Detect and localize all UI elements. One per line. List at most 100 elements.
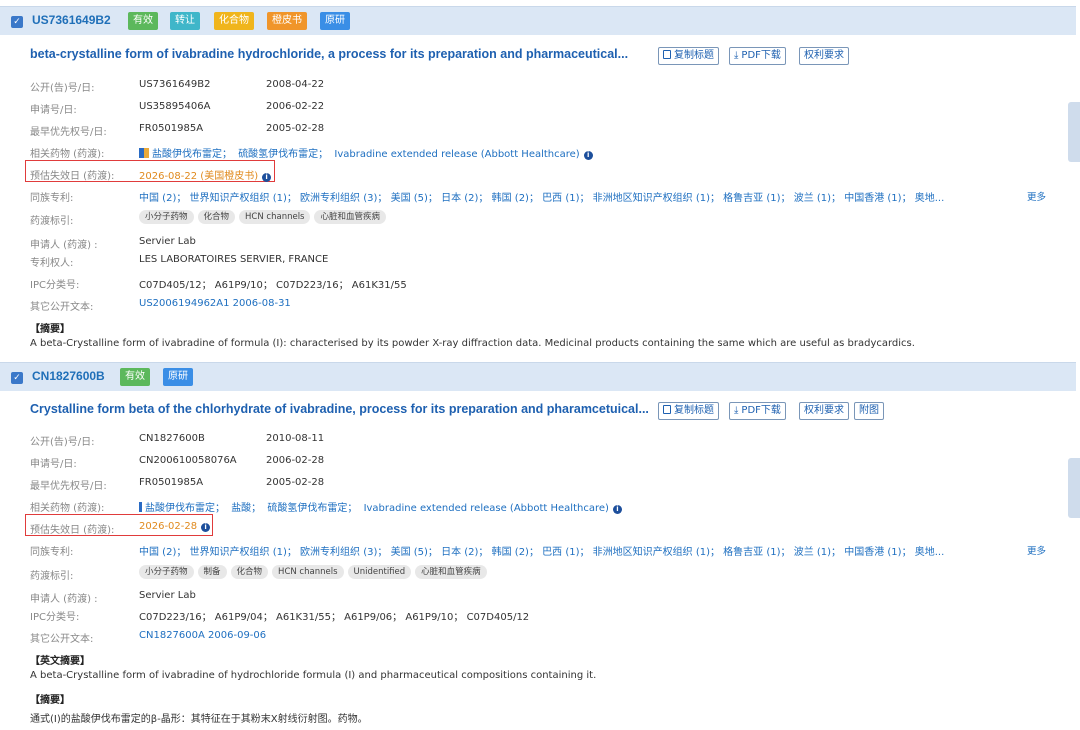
more-link[interactable]: 更多 [1027,543,1046,557]
tag-list: 小分子药物 化合物 HCN channels 心脏和血管疾病 [139,210,390,224]
expiry-date: 2026-08-22 (美国橙皮书) i [139,167,272,182]
side-tab[interactable] [1068,458,1080,518]
tag[interactable]: 心脏和血管疾病 [415,565,487,579]
en-abstract-heading: 【英文摘要】 [30,656,90,667]
owner: LES LABORATOIRES SERVIER, FRANCE [139,254,329,265]
drugs-label: 相关药物 (药渡): [30,503,105,514]
tag[interactable]: 小分子药物 [139,210,194,224]
abstract-heading: 【摘要】 [30,695,70,706]
app-date: 2006-02-22 [266,101,325,112]
info-icon[interactable]: i [201,523,211,532]
related-drugs: 盐酸伊伐布雷定； 硫酸氢伊伐布雷定； Ivabradine extended r… [139,145,593,160]
priority-label: 最早优先权号/日: [30,127,107,138]
pub-label: 公开(告)号/日: [30,437,95,448]
drug-marker-icon [139,502,142,512]
expiry-label: 预估失效日 (药渡): [30,525,115,536]
applicant: Servier Lab [139,590,196,601]
download-icon: ⤓ [734,50,739,61]
copy-icon [663,405,671,414]
ipc-codes: C07D223/16； A61P9/04； A61K31/55； A61P9/0… [139,612,530,623]
copy-icon [663,50,671,59]
pub-number: CN1827600B [139,433,205,444]
app-label: 申请号/日: [30,459,77,470]
patent-number[interactable]: CN1827600B [32,368,105,385]
family-patents[interactable]: 中国 (2)； 世界知识产权组织 (1)； 欧洲专利组织 (3)； 美国 (5)… [139,189,999,204]
select-checkbox[interactable]: ✓ [11,16,23,28]
patent-card-1: ✓ US7361649B2 有效 转让 化合物 橙皮书 原研 beta-crys… [0,0,1080,356]
priority-date: 2005-02-28 [266,477,325,488]
patent-number[interactable]: US7361649B2 [32,12,111,29]
family-label: 同族专利: [30,547,74,558]
drug-link[interactable]: 硫酸氢伊伐布雷定； [267,503,357,514]
drug-link[interactable]: 盐酸伊伐布雷定； [145,503,225,514]
patent-card-2: ✓ CN1827600B 有效 原研 Crystalline form beta… [0,356,1080,730]
ipc-codes: C07D405/12； A61P9/10； C07D223/16； A61K31… [139,280,407,291]
copy-title-button[interactable]: 复制标题 [658,47,719,65]
other-pub-label: 其它公开文本: [30,634,94,645]
copy-title-button[interactable]: 复制标题 [658,402,719,420]
applicant-label: 申请人 (药渡) : [30,240,98,251]
pub-number: US7361649B2 [139,79,211,90]
more-link[interactable]: 更多 [1027,189,1046,203]
patent-header: ✓ US7361649B2 有效 转让 化合物 橙皮书 原研 [0,6,1076,35]
family-label: 同族专利: [30,193,74,204]
transfer-badge: 转让 [170,12,200,30]
tag[interactable]: 小分子药物 [139,565,194,579]
ipc-label: IPC分类号: [30,280,80,291]
drugs-label: 相关药物 (药渡): [30,149,105,160]
family-patents[interactable]: 中国 (2)； 世界知识产权组织 (1)； 欧洲专利组织 (3)； 美国 (5)… [139,543,999,558]
patent-header: ✓ CN1827600B 有效 原研 [0,362,1076,391]
status-badge: 有效 [128,12,158,30]
tag-list: 小分子药物 制备 化合物 HCN channels Unidentified 心脏和血管疾… [139,565,491,579]
drug-link[interactable]: Ivabradine extended release (Abbott Heal… [364,503,609,514]
pub-label: 公开(告)号/日: [30,83,95,94]
priority-number: FR0501985A [139,477,204,488]
info-icon[interactable]: i [612,505,622,514]
tag[interactable]: 化合物 [197,210,236,224]
pdf-download-button[interactable]: ⤓ PDF下载 [729,47,786,65]
applicant-label: 申请人 (药渡) : [30,594,98,605]
claims-button[interactable]: 权利要求 [799,402,849,420]
originator-badge: 原研 [163,368,193,386]
tag[interactable]: 化合物 [230,565,269,579]
pdf-download-button[interactable]: ⤓ PDF下载 [729,402,786,420]
drug-link[interactable]: 盐酸； [231,503,261,514]
drug-link[interactable]: 盐酸伊伐布雷定； [152,149,232,160]
status-badge: 有效 [120,368,150,386]
app-number: US35895406A [139,101,211,112]
priority-label: 最早优先权号/日: [30,481,107,492]
other-pub-label: 其它公开文本: [30,302,94,313]
drug-marker-icon [139,148,149,158]
abstract-text: A beta-Crystalline form of ivabradine of… [30,338,915,349]
owner-label: 专利权人: [30,258,74,269]
tag[interactable]: HCN channels [272,565,344,579]
side-tab[interactable] [1068,102,1080,162]
other-pub-link[interactable]: CN1827600A 2006-09-06 [139,630,266,641]
tags-label: 药渡标引: [30,216,74,227]
app-date: 2006-02-28 [266,455,325,466]
expiry-date: 2026-02-28 i [139,521,211,532]
related-drugs: 盐酸伊伐布雷定； 盐酸； 硫酸氢伊伐布雷定； Ivabradine extend… [139,499,622,514]
tag[interactable]: HCN channels [239,210,311,224]
info-icon[interactable]: i [583,151,593,160]
select-checkbox[interactable]: ✓ [11,372,23,384]
pub-date: 2010-08-11 [266,433,325,444]
tag[interactable]: 制备 [197,565,227,579]
claims-button[interactable]: 权利要求 [799,47,849,65]
other-pub-link[interactable]: US2006194962A1 2006-08-31 [139,298,291,309]
tag[interactable]: Unidentified [347,565,412,579]
figures-button[interactable]: 附图 [854,402,884,420]
patent-title[interactable]: Crystalline form beta of the chlorhydrat… [30,402,649,416]
drug-link[interactable]: 硫酸氢伊伐布雷定； [238,149,328,160]
expiry-label: 预估失效日 (药渡): [30,171,115,182]
compound-badge: 化合物 [214,12,254,30]
en-abstract-text: A beta-Crystalline form of ivabradine of… [30,670,597,681]
drug-link[interactable]: Ivabradine extended release (Abbott Heal… [334,149,579,160]
pub-date: 2008-04-22 [266,79,325,90]
priority-date: 2005-02-28 [266,123,325,134]
tag[interactable]: 心脏和血管疾病 [314,210,386,224]
orange-book-badge: 橙皮书 [267,12,307,30]
app-label: 申请号/日: [30,105,77,116]
patent-title[interactable]: beta-crystalline form of ivabradine hydr… [30,47,628,61]
info-icon[interactable]: i [262,173,272,182]
